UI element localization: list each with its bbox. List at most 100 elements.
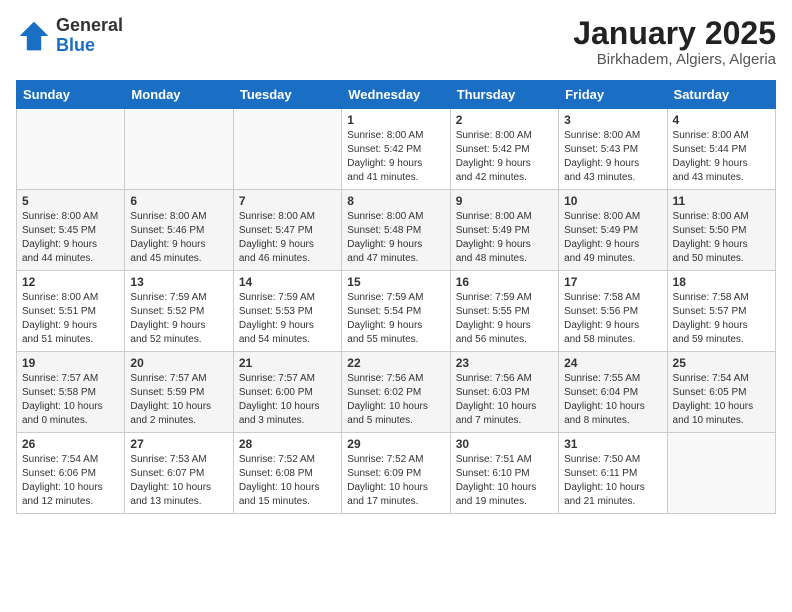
day-number: 8 (347, 194, 444, 208)
day-number: 1 (347, 113, 444, 127)
calendar-cell: 11Sunrise: 8:00 AM Sunset: 5:50 PM Dayli… (667, 190, 775, 271)
calendar-cell: 31 Sunrise: 7:50 AM Sunset: 6:11 PM Dayli… (559, 433, 667, 514)
day-number: 13 (130, 275, 227, 289)
calendar-subtitle: Birkhadem, Algiers, Algeria (573, 51, 776, 68)
day-number: 4 (673, 113, 770, 127)
page-header: General Blue January 2025 Birkhadem, Alg… (16, 16, 776, 68)
calendar-cell: 2 Sunrise: 8:00 AM Sunset: 5:42 PM Daylig… (450, 109, 558, 190)
day-number: 7 (239, 194, 336, 208)
logo: General Blue (16, 16, 123, 56)
calendar-cell: 26Sunrise: 7:54 AM Sunset: 6:06 PM Dayli… (17, 433, 125, 514)
cell-content: Sunrise: 8:00 AM Sunset: 5:42 PM Dayligh… (347, 129, 444, 185)
cell-content: Sunrise: 7:54 AM Sunset: 6:06 PM Dayligh… (22, 453, 119, 509)
day-number: 18 (673, 275, 770, 289)
calendar-cell: 1 Sunrise: 8:00 AM Sunset: 5:42 PM Daylig… (342, 109, 450, 190)
day-number: 10 (564, 194, 661, 208)
cell-content: Sunrise: 8:00 AM Sunset: 5:49 PM Dayligh… (456, 210, 553, 266)
cell-content: Sunrise: 7:57 AM Sunset: 5:59 PM Dayligh… (130, 372, 227, 428)
week-row-1: 1 Sunrise: 8:00 AM Sunset: 5:42 PM Daylig… (17, 109, 776, 190)
calendar-cell: 28 Sunrise: 7:52 AM Sunset: 6:08 PM Dayli… (233, 433, 341, 514)
day-number: 29 (347, 437, 444, 451)
calendar-cell: 15 Sunrise: 7:59 AM Sunset: 5:54 PM Dayli… (342, 271, 450, 352)
title-block: January 2025 Birkhadem, Algiers, Algeria (573, 16, 776, 68)
day-number: 9 (456, 194, 553, 208)
cell-content: Sunrise: 7:59 AM Sunset: 5:52 PM Dayligh… (130, 291, 227, 347)
cell-content: Sunrise: 8:00 AM Sunset: 5:45 PM Dayligh… (22, 210, 119, 266)
day-number: 23 (456, 356, 553, 370)
calendar-cell: 22 Sunrise: 7:56 AM Sunset: 6:02 PM Dayli… (342, 352, 450, 433)
cell-content: Sunrise: 7:52 AM Sunset: 6:09 PM Dayligh… (347, 453, 444, 509)
calendar-cell: 8 Sunrise: 8:00 AM Sunset: 5:48 PM Daylig… (342, 190, 450, 271)
calendar-cell (667, 433, 775, 514)
calendar-cell: 7 Sunrise: 8:00 AM Sunset: 5:47 PM Daylig… (233, 190, 341, 271)
calendar-cell: 19 Sunrise: 7:57 AM Sunset: 5:58 PM Dayli… (17, 352, 125, 433)
day-number: 22 (347, 356, 444, 370)
cell-content: Sunrise: 7:56 AM Sunset: 6:03 PM Dayligh… (456, 372, 553, 428)
day-number: 19 (22, 356, 119, 370)
calendar-cell: 14Sunrise: 7:59 AM Sunset: 5:53 PM Dayli… (233, 271, 341, 352)
calendar-cell: 10 Sunrise: 8:00 AM Sunset: 5:49 PM Dayli… (559, 190, 667, 271)
calendar-cell: 4 Sunrise: 8:00 AM Sunset: 5:44 PM Daylig… (667, 109, 775, 190)
cell-content: Sunrise: 7:58 AM Sunset: 5:57 PM Dayligh… (673, 291, 770, 347)
cell-content: Sunrise: 8:00 AM Sunset: 5:51 PM Dayligh… (22, 291, 119, 347)
week-row-5: 26Sunrise: 7:54 AM Sunset: 6:06 PM Dayli… (17, 433, 776, 514)
cell-content: Sunrise: 8:00 AM Sunset: 5:44 PM Dayligh… (673, 129, 770, 185)
day-number: 2 (456, 113, 553, 127)
calendar-cell (125, 109, 233, 190)
col-monday: Monday (125, 81, 233, 109)
col-sunday: Sunday (17, 81, 125, 109)
calendar-cell: 18 Sunrise: 7:58 AM Sunset: 5:57 PM Dayli… (667, 271, 775, 352)
cell-content: Sunrise: 7:56 AM Sunset: 6:02 PM Dayligh… (347, 372, 444, 428)
col-thursday: Thursday (450, 81, 558, 109)
calendar-cell: 23 Sunrise: 7:56 AM Sunset: 6:03 PM Dayli… (450, 352, 558, 433)
cell-content: Sunrise: 8:00 AM Sunset: 5:49 PM Dayligh… (564, 210, 661, 266)
day-number: 31 (564, 437, 661, 451)
calendar-cell: 12 Sunrise: 8:00 AM Sunset: 5:51 PM Dayli… (17, 271, 125, 352)
cell-content: Sunrise: 8:00 AM Sunset: 5:42 PM Dayligh… (456, 129, 553, 185)
cell-content: Sunrise: 7:59 AM Sunset: 5:53 PM Dayligh… (239, 291, 336, 347)
calendar-cell: 20Sunrise: 7:57 AM Sunset: 5:59 PM Dayli… (125, 352, 233, 433)
col-saturday: Saturday (667, 81, 775, 109)
header-row: Sunday Monday Tuesday Wednesday Thursday… (17, 81, 776, 109)
cell-content: Sunrise: 7:58 AM Sunset: 5:56 PM Dayligh… (564, 291, 661, 347)
day-number: 27 (130, 437, 227, 451)
calendar-cell: 27 Sunrise: 7:53 AM Sunset: 6:07 PM Dayli… (125, 433, 233, 514)
cell-content: Sunrise: 8:00 AM Sunset: 5:46 PM Dayligh… (130, 210, 227, 266)
day-number: 25 (673, 356, 770, 370)
logo-blue: Blue (56, 36, 123, 56)
calendar-cell: 21Sunrise: 7:57 AM Sunset: 6:00 PM Dayli… (233, 352, 341, 433)
week-row-2: 5Sunrise: 8:00 AM Sunset: 5:45 PM Daylig… (17, 190, 776, 271)
cell-content: Sunrise: 7:52 AM Sunset: 6:08 PM Dayligh… (239, 453, 336, 509)
calendar-cell: 30 Sunrise: 7:51 AM Sunset: 6:10 PM Dayli… (450, 433, 558, 514)
cell-content: Sunrise: 8:00 AM Sunset: 5:47 PM Dayligh… (239, 210, 336, 266)
day-number: 30 (456, 437, 553, 451)
logo-icon (16, 18, 52, 54)
day-number: 28 (239, 437, 336, 451)
day-number: 12 (22, 275, 119, 289)
calendar-cell: 29 Sunrise: 7:52 AM Sunset: 6:09 PM Dayli… (342, 433, 450, 514)
calendar-cell: 3Sunrise: 8:00 AM Sunset: 5:43 PM Daylig… (559, 109, 667, 190)
cell-content: Sunrise: 7:51 AM Sunset: 6:10 PM Dayligh… (456, 453, 553, 509)
calendar-title: January 2025 (573, 16, 776, 51)
calendar-cell: 9 Sunrise: 8:00 AM Sunset: 5:49 PM Daylig… (450, 190, 558, 271)
cell-content: Sunrise: 7:55 AM Sunset: 6:04 PM Dayligh… (564, 372, 661, 428)
cell-content: Sunrise: 7:57 AM Sunset: 5:58 PM Dayligh… (22, 372, 119, 428)
calendar-table: Sunday Monday Tuesday Wednesday Thursday… (16, 80, 776, 514)
cell-content: Sunrise: 7:50 AM Sunset: 6:11 PM Dayligh… (564, 453, 661, 509)
week-row-3: 12 Sunrise: 8:00 AM Sunset: 5:51 PM Dayli… (17, 271, 776, 352)
cell-content: Sunrise: 7:53 AM Sunset: 6:07 PM Dayligh… (130, 453, 227, 509)
calendar-cell: 16Sunrise: 7:59 AM Sunset: 5:55 PM Dayli… (450, 271, 558, 352)
calendar-cell (233, 109, 341, 190)
cell-content: Sunrise: 8:00 AM Sunset: 5:48 PM Dayligh… (347, 210, 444, 266)
day-number: 15 (347, 275, 444, 289)
cell-content: Sunrise: 7:57 AM Sunset: 6:00 PM Dayligh… (239, 372, 336, 428)
calendar-cell: 13 Sunrise: 7:59 AM Sunset: 5:52 PM Dayli… (125, 271, 233, 352)
calendar-cell: 24Sunrise: 7:55 AM Sunset: 6:04 PM Dayli… (559, 352, 667, 433)
calendar-cell: 25Sunrise: 7:54 AM Sunset: 6:05 PM Dayli… (667, 352, 775, 433)
day-number: 17 (564, 275, 661, 289)
day-number: 11 (673, 194, 770, 208)
logo-general: General (56, 16, 123, 36)
cell-content: Sunrise: 7:59 AM Sunset: 5:54 PM Dayligh… (347, 291, 444, 347)
week-row-4: 19 Sunrise: 7:57 AM Sunset: 5:58 PM Dayli… (17, 352, 776, 433)
day-number: 16 (456, 275, 553, 289)
